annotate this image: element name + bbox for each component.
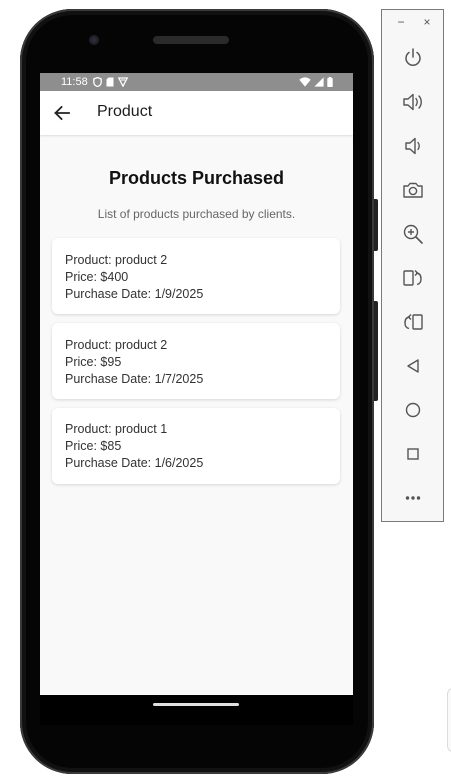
rotate-left-icon xyxy=(403,270,422,286)
screenshot-button[interactable] xyxy=(400,177,426,203)
volume-up-icon xyxy=(403,93,422,111)
app-bar-title: Product xyxy=(97,103,153,120)
zoom-button[interactable] xyxy=(400,221,426,247)
earpiece-speaker xyxy=(153,36,229,44)
rotate-right-icon xyxy=(404,314,423,330)
sd-card-icon xyxy=(106,77,114,87)
more-icon xyxy=(405,496,421,500)
purchase-product: Product: product 1 xyxy=(65,422,168,436)
purchase-date: Purchase Date: 1/6/2025 xyxy=(65,456,204,470)
window-edge-handle[interactable] xyxy=(447,688,451,752)
battery-icon xyxy=(327,77,333,87)
overview-button[interactable] xyxy=(400,441,426,467)
minimize-button[interactable]: − xyxy=(394,15,408,29)
home-gesture-handle[interactable] xyxy=(153,703,239,706)
page-subtitle: List of products purchased by clients. xyxy=(97,207,296,221)
purchase-card[interactable]: Product: product 2 Price: $400 Purchase … xyxy=(52,238,340,314)
purchase-card[interactable]: Product: product 2 Price: $95 Purchase D… xyxy=(52,323,340,399)
volume-down-button[interactable] xyxy=(400,133,426,159)
purchase-date: Purchase Date: 1/9/2025 xyxy=(65,287,204,301)
home-circle-icon xyxy=(405,402,421,418)
home-button[interactable] xyxy=(400,397,426,423)
back-button[interactable] xyxy=(400,353,426,379)
cellular-signal-icon xyxy=(314,77,324,87)
purchase-product: Product: product 2 xyxy=(65,253,168,267)
purchase-price: Price: $95 xyxy=(65,355,122,369)
play-protect-icon xyxy=(118,77,128,87)
purchase-product: Product: product 2 xyxy=(65,338,168,352)
more-button[interactable] xyxy=(400,485,426,511)
camera-icon xyxy=(403,182,423,198)
wifi-icon xyxy=(299,77,311,87)
status-bar: 11:58 xyxy=(40,73,353,91)
app-bar: Product xyxy=(40,91,353,135)
shield-icon xyxy=(93,77,102,87)
phone-power-key[interactable] xyxy=(374,199,378,251)
overview-square-icon xyxy=(407,448,419,460)
close-button[interactable]: × xyxy=(420,15,434,29)
purchase-date: Purchase Date: 1/7/2025 xyxy=(65,372,204,386)
purchase-card[interactable]: Product: product 1 Price: $85 Purchase D… xyxy=(52,408,340,484)
phone-screen: 11:58 Product Products Purchased List of… xyxy=(40,73,353,695)
purchase-price: Price: $400 xyxy=(65,270,129,284)
status-notification-icons xyxy=(93,77,128,87)
power-button[interactable] xyxy=(400,45,426,71)
volume-down-icon xyxy=(405,137,420,155)
rotate-right-button[interactable] xyxy=(400,309,426,335)
emulator-stage: 11:58 Product Products Purchased List of… xyxy=(0,0,451,782)
phone-volume-key[interactable] xyxy=(374,301,378,401)
volume-up-button[interactable] xyxy=(400,89,426,115)
page-title: Products Purchased xyxy=(108,168,285,188)
back-arrow-icon[interactable] xyxy=(52,103,72,123)
status-time: 11:58 xyxy=(61,76,88,88)
gesture-nav-bar xyxy=(40,695,353,725)
front-camera xyxy=(89,35,99,45)
zoom-in-icon xyxy=(403,224,423,244)
rotate-left-button[interactable] xyxy=(400,265,426,291)
power-icon xyxy=(405,48,421,66)
back-triangle-icon xyxy=(407,359,419,373)
purchase-price: Price: $85 xyxy=(65,439,122,453)
status-system-icons xyxy=(299,77,333,87)
emulator-toolbar: − × xyxy=(381,9,444,522)
